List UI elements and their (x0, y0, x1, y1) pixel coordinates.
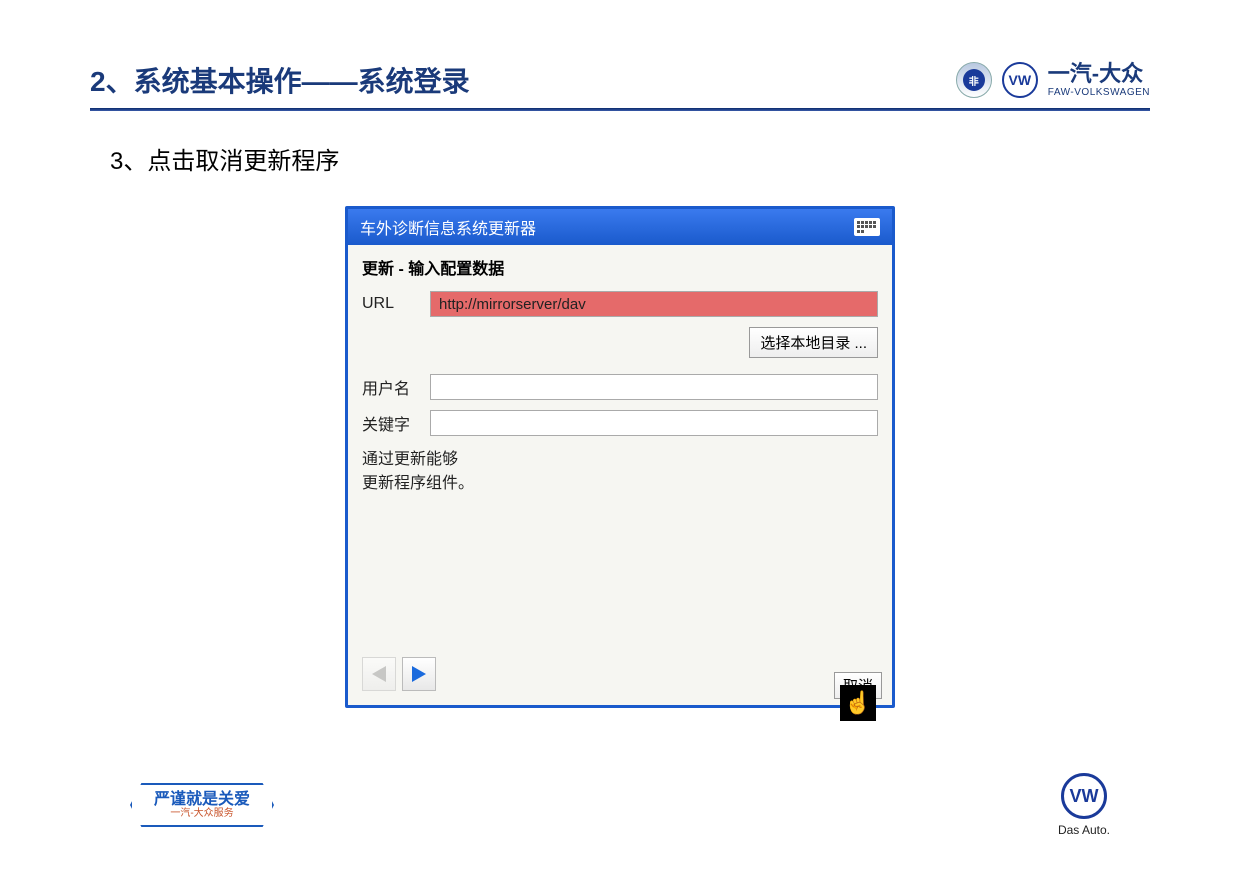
url-label: URL (362, 295, 422, 313)
cursor-hand-icon: ☝ (840, 685, 876, 721)
update-description: 通过更新能够 更新程序组件。 (362, 448, 878, 496)
footer-badge: 严谨就是关爱 一汽-大众服务 (130, 783, 274, 828)
footer-vw-tag: Das Auto. (1058, 823, 1110, 837)
brand-area: 非 VW 一汽-大众 FAW-VOLKSWAGEN (956, 62, 1150, 98)
arrow-right-icon (412, 666, 426, 682)
select-directory-button[interactable]: 选择本地目录 ... (749, 327, 878, 358)
username-label: 用户名 (362, 375, 422, 399)
header-underline (90, 108, 1150, 111)
step-instruction: 3、点击取消更新程序 (110, 141, 1240, 176)
description-line2: 更新程序组件。 (362, 472, 878, 496)
next-button[interactable] (402, 657, 436, 691)
arrow-left-icon (372, 666, 386, 682)
footer-badge-sub: 一汽-大众服务 (154, 808, 250, 819)
dialog-titlebar[interactable]: 车外诊断信息系统更新器 (348, 209, 892, 245)
description-line1: 通过更新能够 (362, 448, 878, 472)
keyboard-icon[interactable] (854, 218, 880, 236)
keyword-input[interactable] (430, 410, 878, 436)
section-title: 更新 - 输入配置数据 (362, 255, 878, 279)
username-input[interactable] (430, 374, 878, 400)
brand-en: FAW-VOLKSWAGEN (1048, 87, 1150, 98)
updater-dialog: 车外诊断信息系统更新器 更新 - 输入配置数据 URL 选择本地目录 ... 用… (345, 206, 895, 708)
slide-title: 2、系统基本操作——系统登录 (90, 60, 470, 100)
footer-vw: VW Das Auto. (1058, 773, 1110, 837)
vw-logo-big-icon: VW (1061, 773, 1107, 819)
back-button (362, 657, 396, 691)
brand-cn: 一汽-大众 (1048, 62, 1150, 86)
faw-logo-icon: 非 (956, 62, 992, 98)
footer-badge-cn: 严谨就是关爱 (154, 791, 250, 809)
keyword-label: 关键字 (362, 411, 422, 435)
vw-logo-icon: VW (1002, 62, 1038, 98)
url-input[interactable] (430, 291, 878, 317)
dialog-title: 车外诊断信息系统更新器 (360, 215, 536, 239)
